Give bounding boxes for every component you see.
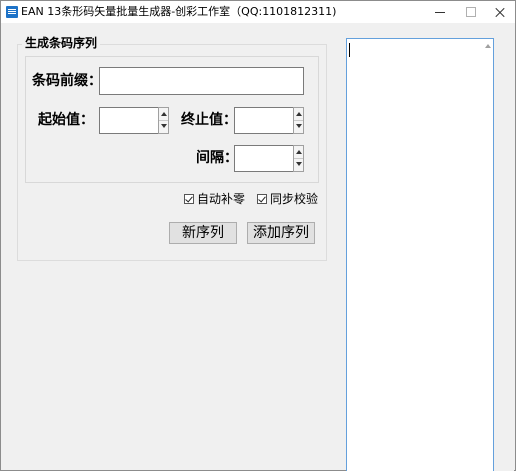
interval-spin-buttons[interactable] [293,145,304,172]
auto-pad-checkbox[interactable]: 自动补零 [184,192,245,206]
prefix-input[interactable] [99,67,304,95]
interval-label: 间隔： [196,150,238,166]
scroll-up-icon[interactable] [485,44,491,48]
group-legend: 生成条码序列 [22,35,101,51]
spin-up-icon[interactable] [296,112,302,116]
checkbox-checked-icon[interactable] [257,194,267,204]
start-value-label: 起始值： [38,112,94,128]
end-value-spinner[interactable] [234,107,304,134]
auto-pad-label: 自动补零 [197,192,246,206]
interval-spinner[interactable] [234,145,304,172]
spin-up-icon[interactable] [161,112,167,116]
new-sequence-button[interactable]: 新序列 [169,222,237,244]
checkbox-checked-icon[interactable] [184,194,194,204]
text-caret [349,43,350,57]
start-value-spin-buttons[interactable] [158,107,169,134]
prefix-label: 条码前缀： [32,73,102,89]
start-value-spinner[interactable] [99,107,169,134]
sequence-output-textarea[interactable] [346,38,494,471]
close-button[interactable] [483,1,516,23]
sync-check-label: 同步校验 [270,192,319,206]
minimize-button[interactable] [423,1,457,23]
title-bar[interactable]: EAN 13条形码矢量批量生成器-创彩工作室（QQ:1101812311) [1,1,515,23]
sync-check-checkbox[interactable]: 同步校验 [257,192,318,206]
spin-down-icon[interactable] [296,124,302,128]
window-edge [494,38,514,471]
spin-down-icon[interactable] [161,124,167,128]
add-sequence-button[interactable]: 添加序列 [247,222,315,244]
barcode-app-icon [6,6,18,18]
spin-down-icon[interactable] [296,162,302,166]
window-title: EAN 13条形码矢量批量生成器-创彩工作室（QQ:1101812311) [21,5,337,18]
end-value-spin-buttons[interactable] [293,107,304,134]
spin-up-icon[interactable] [296,150,302,154]
end-value-label: 终止值： [181,112,237,128]
